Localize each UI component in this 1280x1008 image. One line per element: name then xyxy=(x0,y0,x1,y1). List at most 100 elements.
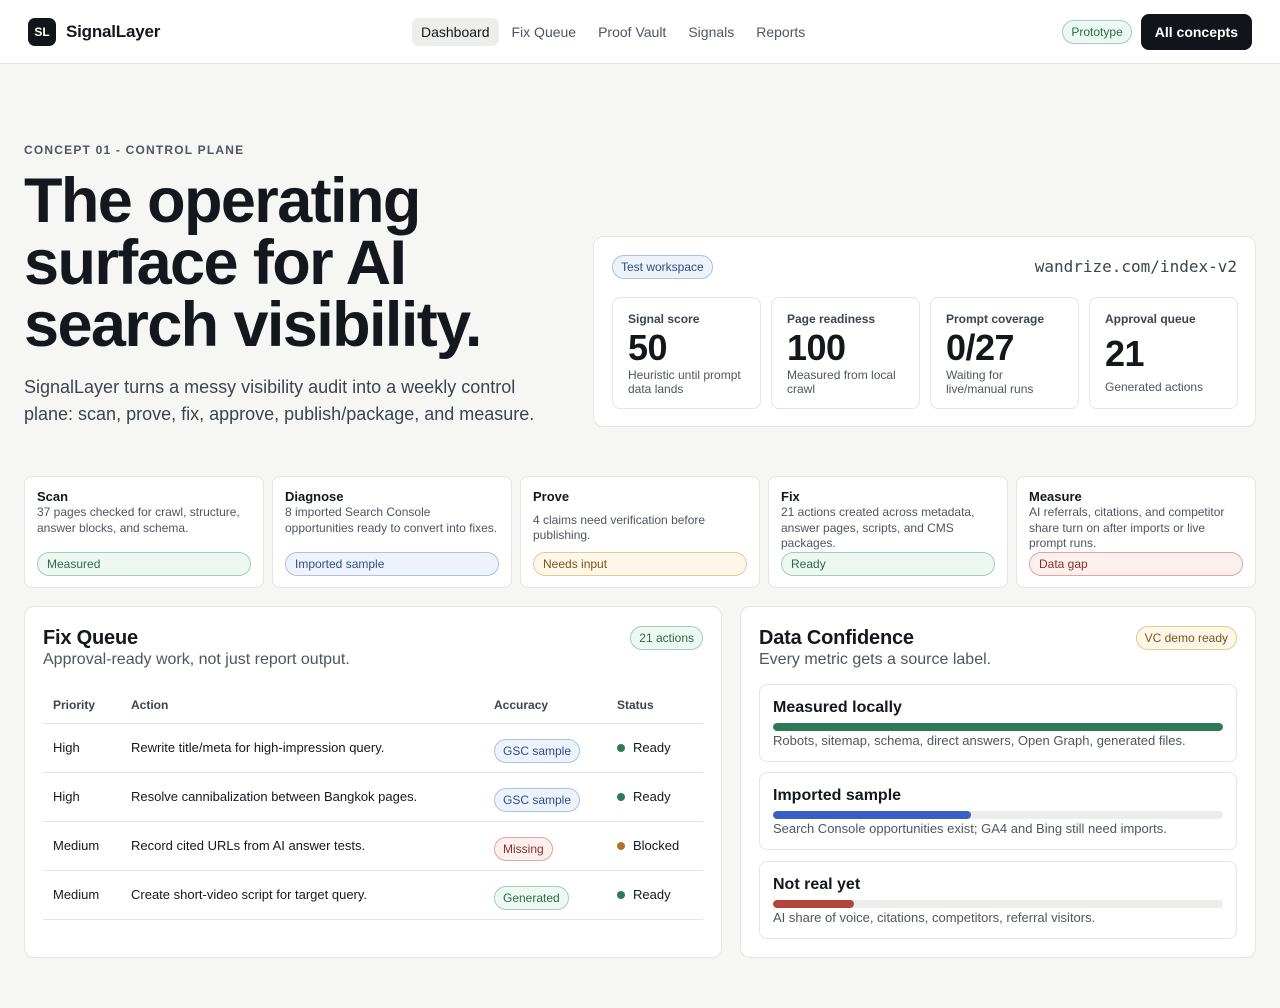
stage-status-badge: Needs input xyxy=(533,552,747,576)
row-priority: High xyxy=(43,772,121,822)
stage-title: Measure xyxy=(1029,489,1082,504)
confidence-bar xyxy=(773,723,1223,731)
column-header-priority[interactable]: Priority xyxy=(43,687,121,724)
column-header-accuracy[interactable]: Accuracy xyxy=(484,687,607,724)
stage-fix[interactable]: Fix 21 actions created across metadata, … xyxy=(768,476,1008,588)
metric-prompt-coverage: Prompt coverage 0/27 Waiting for live/ma… xyxy=(930,297,1079,409)
table-header-row: Priority Action Accuracy Status xyxy=(43,687,703,724)
stage-prove[interactable]: Prove 4 claims need verification before … xyxy=(520,476,760,588)
confidence-bar xyxy=(773,900,1223,908)
hero-title: The operating surface for AI search visi… xyxy=(24,166,482,360)
workspace-url[interactable]: wandrize.com/index-v2 xyxy=(1035,257,1237,276)
stage-status-badge: Measured xyxy=(37,552,251,576)
fix-queue-table: Priority Action Accuracy Status High Rew… xyxy=(43,687,703,920)
row-accuracy-cell: Generated xyxy=(484,870,607,920)
row-accuracy-cell: Missing xyxy=(484,821,607,871)
main-nav: Dashboard Fix Queue Proof Vault Signals … xyxy=(412,18,814,46)
row-action: Record cited URLs from AI answer tests. xyxy=(121,821,484,871)
confidence-bar-fill xyxy=(773,811,971,819)
stage-description: 37 pages checked for crawl, structure, a… xyxy=(37,505,240,535)
row-status: Ready xyxy=(633,887,671,902)
row-action: Rewrite title/meta for high-impression q… xyxy=(121,723,484,773)
fix-queue-subtitle: Approval-ready work, not just report out… xyxy=(43,651,350,668)
data-confidence-panel: Data Confidence Every metric gets a sour… xyxy=(740,606,1256,958)
brand[interactable]: SL SignalLayer xyxy=(28,18,160,46)
stage-status-badge: Imported sample xyxy=(285,552,499,576)
all-concepts-button[interactable]: All concepts xyxy=(1140,14,1252,50)
stage-diagnose[interactable]: Diagnose 8 imported Search Console oppor… xyxy=(272,476,512,588)
metric-label: Prompt coverage xyxy=(946,312,1045,326)
confidence-item-measured: Measured locally Robots, sitemap, schema… xyxy=(759,684,1237,762)
metric-value: 0/27 xyxy=(946,327,1015,368)
confidence-title: Imported sample xyxy=(773,787,902,804)
table-row[interactable]: Medium Create short-video script for tar… xyxy=(43,870,703,920)
row-accuracy-cell: GSC sample xyxy=(484,723,607,773)
nav-proof-vault[interactable]: Proof Vault xyxy=(589,18,675,46)
status-dot-icon xyxy=(617,890,625,899)
metric-value: 100 xyxy=(787,327,846,368)
fix-queue-panel: Fix Queue Approval-ready work, not just … xyxy=(24,606,722,958)
stage-measure[interactable]: Measure AI referrals, citations, and com… xyxy=(1016,476,1256,588)
concept-eyebrow: CONCEPT 01 - CONTROL PLANE xyxy=(24,143,245,157)
prototype-badge: Prototype xyxy=(1062,20,1132,44)
column-header-status[interactable]: Status xyxy=(607,687,703,724)
row-status: Ready xyxy=(633,789,671,804)
metric-signal-score: Signal score 50 Heuristic until prompt d… xyxy=(612,297,761,409)
metric-note: Measured from local crawl xyxy=(787,368,896,396)
nav-signals[interactable]: Signals xyxy=(679,18,743,46)
confidence-description: AI share of voice, citations, competitor… xyxy=(773,910,1096,925)
stage-description: 8 imported Search Console opportunities … xyxy=(285,505,498,535)
data-confidence-subtitle: Every metric gets a source label. xyxy=(759,651,992,668)
stage-status-badge: Data gap xyxy=(1029,552,1243,576)
status-dot-icon xyxy=(617,792,625,801)
stage-title: Diagnose xyxy=(285,489,344,504)
row-status-cell: Blocked xyxy=(607,821,703,871)
row-accuracy-cell: GSC sample xyxy=(484,772,607,822)
metric-note: Waiting for live/manual runs xyxy=(946,368,1034,396)
table-row[interactable]: Medium Record cited URLs from AI answer … xyxy=(43,821,703,871)
row-action: Create short-video script for target que… xyxy=(121,870,484,920)
stage-description: 21 actions created across metadata, answ… xyxy=(781,505,975,550)
status-dot-icon xyxy=(617,841,625,850)
stage-scan[interactable]: Scan 37 pages checked for crawl, structu… xyxy=(24,476,264,588)
fix-queue-title: Fix Queue xyxy=(43,627,138,649)
row-priority: High xyxy=(43,723,121,773)
row-status-cell: Ready xyxy=(607,723,703,773)
table-row[interactable]: High Resolve cannibalization between Ban… xyxy=(43,772,703,822)
confidence-item-imported: Imported sample Search Console opportuni… xyxy=(759,772,1237,850)
row-status: Blocked xyxy=(633,838,680,853)
actions-count-badge: 21 actions xyxy=(630,626,703,650)
status-dot-icon xyxy=(617,743,625,752)
confidence-title: Not real yet xyxy=(773,876,861,893)
brand-logo-icon: SL xyxy=(28,18,56,46)
brand-name: SignalLayer xyxy=(66,22,161,41)
metric-label: Approval queue xyxy=(1105,312,1196,326)
stage-description: 4 claims need verification before publis… xyxy=(533,512,706,543)
metric-value: 50 xyxy=(628,327,668,368)
metric-label: Signal score xyxy=(628,312,700,326)
nav-dashboard[interactable]: Dashboard xyxy=(412,18,499,46)
data-confidence-title: Data Confidence xyxy=(759,627,914,649)
metric-value: 21 xyxy=(1105,333,1145,374)
stage-title: Scan xyxy=(37,489,69,504)
accuracy-badge: Missing xyxy=(494,836,553,861)
stage-title: Prove xyxy=(533,489,570,504)
confidence-title: Measured locally xyxy=(773,699,902,716)
nav-reports[interactable]: Reports xyxy=(747,18,814,46)
metric-note: Generated actions xyxy=(1105,380,1204,394)
hero-subtitle: SignalLayer turns a messy visibility aud… xyxy=(24,377,535,424)
header-actions: Prototype All concepts xyxy=(1062,14,1252,50)
row-action: Resolve cannibalization between Bangkok … xyxy=(121,772,484,822)
nav-fix-queue[interactable]: Fix Queue xyxy=(503,18,586,46)
column-header-action[interactable]: Action xyxy=(121,687,484,724)
row-priority: Medium xyxy=(43,870,121,920)
stage-status-badge: Ready xyxy=(781,552,995,576)
row-status: Ready xyxy=(633,740,671,755)
confidence-bar-fill xyxy=(773,900,854,908)
workspace-badge: Test workspace xyxy=(612,255,713,279)
confidence-description: Search Console opportunities exist; GA4 … xyxy=(773,821,1167,836)
table-row[interactable]: High Rewrite title/meta for high-impress… xyxy=(43,723,703,773)
accuracy-badge: GSC sample xyxy=(494,738,581,763)
demo-ready-badge: VC demo ready xyxy=(1135,626,1237,650)
accuracy-badge: GSC sample xyxy=(494,787,581,812)
